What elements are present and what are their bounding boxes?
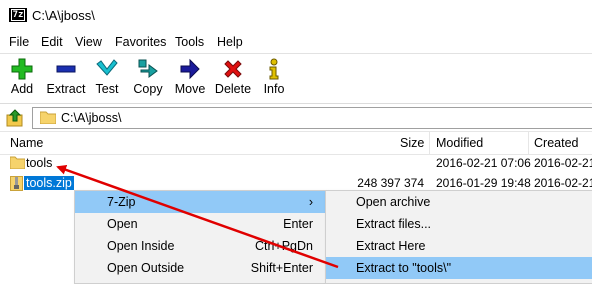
test-button[interactable]: Test bbox=[92, 58, 122, 102]
menu-help[interactable]: Help bbox=[217, 35, 243, 49]
extract-button[interactable]: Extract bbox=[44, 58, 88, 102]
column-name[interactable]: Name bbox=[10, 136, 43, 150]
menu-item-shortcut: Shift+Enter bbox=[250, 261, 313, 275]
info-button[interactable]: Info bbox=[260, 58, 288, 102]
delete-label: Delete bbox=[214, 82, 252, 96]
info-icon bbox=[269, 58, 279, 80]
file-name: tools bbox=[26, 156, 53, 170]
title-bar: 7z C:\A\jboss\ bbox=[0, 0, 592, 30]
folder-icon bbox=[10, 156, 25, 169]
checkmark-icon bbox=[96, 59, 118, 76]
menu-item-label: Open Inside bbox=[107, 239, 175, 253]
column-divider[interactable] bbox=[429, 132, 430, 154]
menu-item-label: 7-Zip bbox=[107, 195, 136, 209]
add-button[interactable]: Add bbox=[4, 58, 40, 102]
context-menu: 7-Zip › Open Enter Open Inside Ctrl+PgDn… bbox=[74, 190, 326, 284]
column-created[interactable]: Created bbox=[534, 136, 578, 150]
file-created: 2016-02-21 bbox=[534, 176, 592, 190]
delete-button[interactable]: Delete bbox=[214, 58, 252, 102]
submenu-item-extract-here[interactable]: Extract Here bbox=[326, 235, 592, 257]
menu-item-shortcut: Ctrl+PgDn bbox=[254, 239, 313, 253]
extract-label: Extract bbox=[46, 82, 86, 96]
menu-item-label: Open Outside bbox=[107, 261, 185, 275]
copy-button[interactable]: Copy bbox=[130, 58, 166, 102]
file-size: 248 397 374 bbox=[357, 176, 424, 190]
info-label: Info bbox=[263, 82, 285, 96]
file-name: tools.zip bbox=[24, 176, 74, 190]
move-arrow-icon bbox=[180, 58, 200, 80]
file-row[interactable]: tools 2016-02-21 07:06 2016-02-21 bbox=[0, 154, 592, 173]
column-size[interactable]: Size bbox=[400, 136, 424, 150]
add-label: Add bbox=[10, 82, 34, 96]
menu-item-label: Open archive bbox=[356, 195, 431, 209]
menu-item-open-outside[interactable]: Open Outside Shift+Enter bbox=[75, 257, 325, 279]
submenu-item-extract-files[interactable]: Extract files... bbox=[326, 213, 592, 235]
menu-item-label: Extract to "tools\" bbox=[356, 261, 452, 275]
plus-icon bbox=[11, 58, 33, 80]
address-bar: C:\A\jboss\ bbox=[0, 103, 592, 131]
menu-item-open[interactable]: Open Enter bbox=[75, 213, 325, 235]
address-path: C:\A\jboss\ bbox=[61, 111, 122, 125]
copy-arrow-icon bbox=[138, 59, 158, 78]
window-title: C:\A\jboss\ bbox=[32, 8, 95, 23]
submenu-item-open-archive[interactable]: Open archive bbox=[326, 191, 592, 213]
up-folder-icon[interactable] bbox=[6, 109, 24, 127]
menu-bar: File Edit View Favorites Tools Help bbox=[0, 31, 592, 53]
address-field[interactable]: C:\A\jboss\ bbox=[32, 107, 592, 129]
column-divider[interactable] bbox=[528, 132, 529, 154]
menu-item-label: Extract Here bbox=[356, 239, 426, 253]
menu-view[interactable]: View bbox=[75, 35, 102, 49]
submenu-arrow-icon: › bbox=[308, 195, 313, 209]
menu-item-shortcut: Enter bbox=[283, 217, 313, 231]
menu-item-7zip[interactable]: 7-Zip › bbox=[75, 191, 325, 213]
zip-file-icon bbox=[10, 176, 23, 191]
delete-x-icon bbox=[224, 60, 242, 78]
file-modified: 2016-01-29 19:48 bbox=[436, 176, 531, 190]
menu-item-open-inside[interactable]: Open Inside Ctrl+PgDn bbox=[75, 235, 325, 257]
menu-tools[interactable]: Tools bbox=[175, 35, 204, 49]
move-button[interactable]: Move bbox=[173, 58, 207, 102]
menu-file[interactable]: File bbox=[9, 35, 29, 49]
toolbar: Add Extract Test Copy Move Delete Info bbox=[0, 53, 592, 102]
menu-item-label: Extract files... bbox=[356, 217, 432, 231]
folder-icon bbox=[40, 111, 56, 124]
file-modified: 2016-02-21 07:06 bbox=[436, 156, 531, 170]
menu-favorites[interactable]: Favorites bbox=[115, 35, 166, 49]
menu-edit[interactable]: Edit bbox=[41, 35, 63, 49]
app-7zip-icon: 7z bbox=[9, 8, 27, 22]
column-modified[interactable]: Modified bbox=[436, 136, 483, 150]
minus-icon bbox=[56, 65, 76, 73]
move-label: Move bbox=[174, 82, 206, 96]
submenu-item-extract-to[interactable]: Extract to "tools\" bbox=[326, 257, 592, 279]
file-created: 2016-02-21 bbox=[534, 156, 592, 170]
file-list-header: Name Size Modified Created bbox=[0, 131, 592, 155]
copy-label: Copy bbox=[133, 82, 163, 96]
submenu-7zip: Open archive Extract files... Extract He… bbox=[325, 190, 592, 284]
test-label: Test bbox=[95, 82, 119, 96]
menu-item-label: Open bbox=[107, 217, 138, 231]
